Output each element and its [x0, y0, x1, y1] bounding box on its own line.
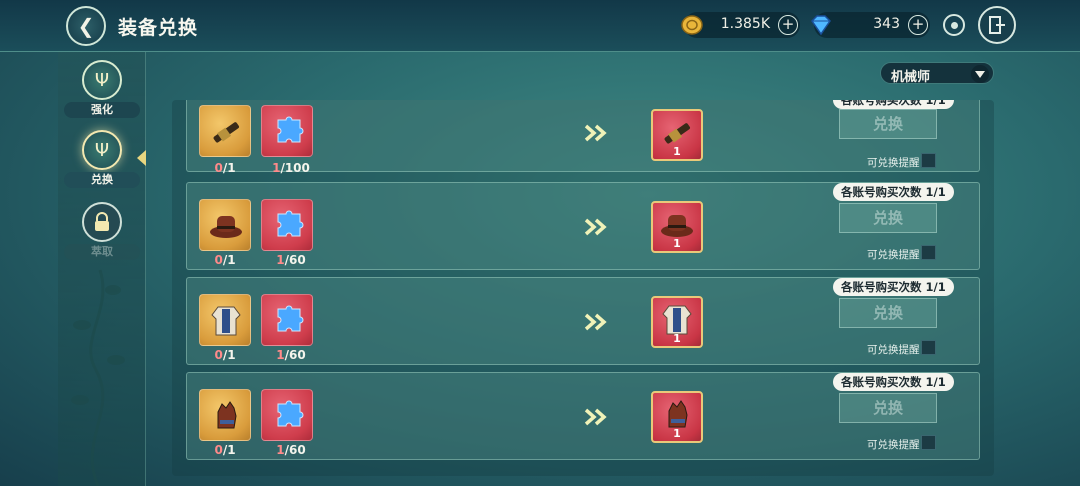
material-count: 0/1	[214, 161, 236, 175]
page-title: 装备兑换	[118, 17, 199, 39]
result-quantity: 1	[673, 145, 681, 158]
sidebar-item-label: 萃取	[64, 244, 140, 260]
fragment-count: 1/60	[276, 348, 306, 362]
remind-checkbox[interactable]	[921, 153, 936, 168]
trident-icon: Ψ	[82, 130, 122, 170]
gem-amount: 343	[873, 16, 900, 32]
add-gem-button[interactable]: +	[908, 15, 928, 35]
remind-checkbox[interactable]	[921, 340, 936, 355]
exchange-button[interactable]: 兑换	[839, 109, 937, 139]
class-filter-dropdown[interactable]: 机械师	[880, 62, 994, 85]
double-chevron-right-icon	[584, 408, 607, 426]
double-chevron-right-icon	[584, 218, 607, 236]
double-chevron-right-icon	[584, 124, 607, 142]
material-count: 0/1	[214, 253, 236, 267]
result-item[interactable]: 1	[647, 197, 707, 257]
coat-icon	[211, 306, 241, 336]
puzzle-fragment-icon	[277, 210, 304, 237]
result-item[interactable]: 1	[647, 292, 707, 352]
material-slot[interactable]	[199, 294, 251, 346]
result-item[interactable]: 1	[647, 387, 707, 447]
sidebar-item-label: 兑换	[64, 172, 140, 188]
back-button[interactable]: ❮	[66, 6, 106, 46]
remind-label: 可兑换提醒	[867, 157, 920, 169]
glove-icon	[217, 401, 237, 429]
gold-coin-icon	[681, 15, 703, 35]
purchase-limit-badge: 各账号购买次数 1/1	[833, 278, 954, 296]
material-count: 0/1	[214, 443, 236, 457]
exchange-button[interactable]: 兑换	[839, 393, 937, 423]
purchase-limit-badge: 各账号购买次数 1/1	[833, 373, 954, 391]
gold-currency: 1.385K +	[681, 12, 800, 38]
remind-label: 可兑换提醒	[867, 344, 920, 356]
material-slot[interactable]	[199, 389, 251, 441]
puzzle-fragment-icon	[277, 116, 304, 143]
lock-icon	[82, 202, 122, 242]
fragment-slot[interactable]	[261, 294, 313, 346]
fragment-slot[interactable]	[261, 199, 313, 251]
result-quantity: 1	[673, 237, 681, 250]
add-gold-button[interactable]: +	[778, 15, 798, 35]
fragment-count: 1/60	[276, 443, 306, 457]
active-indicator-arrow	[137, 150, 146, 166]
exchange-row: 0/1 1/100 1 各账号购买次数 1/1 兑换 可兑换提醒	[186, 100, 980, 175]
purchase-limit-badge: 各账号购买次数 1/1	[833, 100, 954, 109]
fragment-slot[interactable]	[261, 389, 313, 441]
purchase-limit-badge: 各账号购买次数 1/1	[833, 183, 954, 201]
fragment-count: 1/60	[276, 253, 306, 267]
exchange-row: 0/1 1/60 1 各账号购买次数 1/1 兑换 可兑换提醒	[186, 182, 980, 270]
exchange-button[interactable]: 兑换	[839, 203, 937, 233]
remind-label: 可兑换提醒	[867, 249, 920, 261]
exchange-list[interactable]: 0/1 1/100 1 各账号购买次数 1/1 兑换 可兑换提醒 0/1 1/6…	[172, 100, 994, 476]
puzzle-fragment-icon	[277, 305, 304, 332]
result-quantity: 1	[673, 427, 681, 440]
hat-icon	[210, 216, 242, 238]
fragment-count: 1/100	[272, 161, 310, 175]
remind-checkbox[interactable]	[921, 245, 936, 260]
gem-currency: 343 +	[811, 12, 930, 38]
vine-decoration	[71, 269, 125, 486]
trident-icon: Ψ	[82, 60, 122, 100]
sidebar-item-exchange[interactable]: Ψ 兑换	[58, 126, 146, 190]
exchange-button[interactable]: 兑换	[839, 298, 937, 328]
result-item[interactable]: 1	[647, 105, 707, 165]
double-chevron-right-icon	[584, 313, 607, 331]
back-arrow-icon: ❮	[77, 14, 95, 38]
material-slot[interactable]	[199, 199, 251, 251]
remind-label: 可兑换提醒	[867, 439, 920, 451]
class-filter-value: 机械师	[891, 70, 931, 85]
material-count: 0/1	[214, 348, 236, 362]
diamond-icon	[811, 15, 831, 36]
exchange-row: 0/1 1/60 1 各账号购买次数 1/1 兑换 可兑换提醒	[186, 277, 980, 365]
sidebar-item-extract[interactable]: 萃取	[58, 198, 146, 262]
exchange-row: 0/1 1/60 1 各账号购买次数 1/1 兑换 可兑换提醒	[186, 372, 980, 460]
gun-icon	[213, 122, 239, 143]
top-bar: ❮ 装备兑换 1.385K + 343 +	[0, 0, 1080, 52]
remind-checkbox[interactable]	[921, 435, 936, 450]
material-slot[interactable]	[199, 105, 251, 157]
sidebar-item-label: 强化	[64, 102, 140, 118]
result-quantity: 1	[673, 332, 681, 345]
fragment-slot[interactable]	[261, 105, 313, 157]
puzzle-fragment-icon	[277, 400, 304, 427]
sidebar-item-enhance[interactable]: Ψ 强化	[58, 56, 146, 120]
gold-amount: 1.385K	[720, 16, 770, 32]
exit-door-icon[interactable]	[978, 6, 1016, 44]
chevron-down-icon	[971, 65, 989, 83]
settings-gear-icon[interactable]	[943, 14, 965, 36]
